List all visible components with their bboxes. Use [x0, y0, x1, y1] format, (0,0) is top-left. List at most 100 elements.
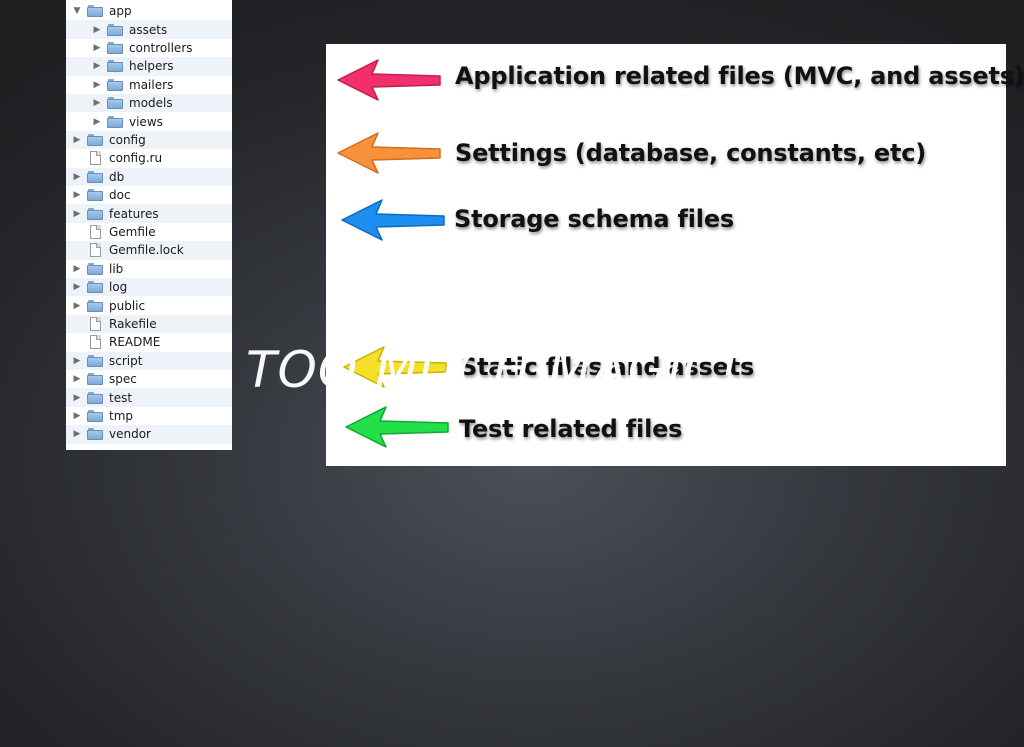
tree-row[interactable]: ▶ db: [66, 167, 232, 186]
disclosure-right-icon[interactable]: ▶: [72, 134, 82, 146]
disclosure-right-icon[interactable]: ▶: [92, 79, 102, 91]
disclosure-right-icon[interactable]: ▶: [72, 428, 82, 440]
tree-item-label: controllers: [129, 40, 193, 55]
tree-row[interactable]: ▶ helpers: [66, 57, 232, 76]
tree-item-label: script: [109, 353, 143, 368]
disclosure-right-icon[interactable]: ▶: [72, 355, 82, 367]
tree-item-label: test: [109, 390, 133, 405]
tree-item-label: README: [109, 335, 161, 350]
headline: TOO MUCH MAGIC!: [246, 341, 741, 399]
disclosure-right-icon[interactable]: ▶: [72, 263, 82, 275]
tree-item-label: assets: [129, 22, 168, 37]
tree-item-label: helpers: [129, 59, 174, 74]
arrow-left-icon: [345, 406, 449, 448]
disclosure-right-icon[interactable]: ▶: [92, 42, 102, 54]
tree-item-label: lib: [109, 261, 124, 276]
disclosure-right-icon[interactable]: ▶: [72, 392, 82, 404]
annotation-test: Test related files: [459, 415, 683, 443]
folder-icon: [87, 262, 103, 275]
disclosure-right-icon[interactable]: ▶: [92, 60, 102, 72]
tree-item-label: Gemfile.lock: [109, 243, 184, 258]
annotation-db: Storage schema files: [454, 205, 734, 233]
folder-icon: [107, 60, 123, 73]
folder-icon: [87, 207, 103, 220]
tree-item-label: views: [129, 114, 163, 129]
tree-row[interactable]: ▶ vendor: [66, 425, 232, 444]
tree-row[interactable]: ▶ mailers: [66, 76, 232, 94]
folder-icon: [87, 170, 103, 183]
annotation-config: Settings (database, constants, etc): [455, 139, 927, 167]
file-icon: [90, 335, 101, 350]
folder-icon: [87, 354, 103, 367]
annotation-panel: Application related files (MVC, and asse…: [326, 44, 1024, 466]
tree-row[interactable]: ▼ app: [66, 2, 232, 20]
folder-icon: [107, 23, 123, 36]
disclosure-right-icon[interactable]: ▶: [72, 171, 82, 183]
disclosure-right-icon[interactable]: ▶: [92, 97, 102, 109]
folder-icon: [87, 409, 103, 422]
tree-row[interactable]: config.ru: [66, 149, 232, 167]
file-icon: [90, 316, 101, 331]
folder-icon: [87, 299, 103, 312]
tree-row[interactable]: Rakefile: [66, 314, 232, 334]
tree-item-label: vendor: [109, 427, 151, 442]
disclosure-right-icon[interactable]: ▶: [72, 208, 82, 220]
folder-icon: [87, 373, 103, 386]
file-tree: ▼ app ▶ assets ▶ controllers ▶ helpers ▶ mailers ▶…: [66, 0, 232, 450]
tree-row[interactable]: ▶ public: [66, 296, 232, 314]
disclosure-down-icon[interactable]: ▼: [72, 5, 82, 17]
file-icon: [90, 151, 101, 166]
tree-item-label: spec: [109, 372, 137, 387]
file-icon: [90, 224, 101, 239]
folder-icon: [107, 78, 123, 91]
disclosure-right-icon[interactable]: ▶: [72, 300, 82, 312]
file-icon: [90, 243, 101, 258]
arrow-left-icon: [341, 199, 445, 241]
arrow-left-icon: [337, 132, 441, 174]
tree-item-label: app: [109, 4, 132, 19]
tree-item-label: tmp: [109, 408, 134, 423]
disclosure-right-icon[interactable]: ▶: [92, 24, 102, 36]
tree-item-label: Rakefile: [109, 316, 157, 331]
tree-item-label: public: [109, 298, 146, 313]
tree-item-label: models: [129, 96, 173, 111]
tree-row[interactable]: ▶ models: [66, 94, 232, 113]
tree-row[interactable]: ▶ features: [66, 204, 232, 223]
disclosure-right-icon[interactable]: ▶: [72, 189, 82, 201]
disclosure-right-icon[interactable]: ▶: [92, 116, 102, 128]
disclosure-right-icon[interactable]: ▶: [72, 281, 82, 293]
tree-row[interactable]: Gemfile.lock: [66, 241, 232, 260]
folder-icon: [107, 115, 123, 128]
tree-row[interactable]: ▶ log: [66, 278, 232, 297]
tree-row[interactable]: ▶ assets: [66, 20, 232, 39]
annotation-app: Application related files (MVC, and asse…: [455, 62, 1024, 90]
tree-row[interactable]: Gemfile: [66, 223, 232, 241]
tree-row[interactable]: ▶ doc: [66, 186, 232, 204]
tree-row[interactable]: ▶ lib: [66, 260, 232, 278]
tree-row[interactable]: ▶ spec: [66, 370, 232, 388]
tree-row[interactable]: README: [66, 333, 232, 351]
tree-row[interactable]: ▶ test: [66, 388, 232, 407]
tree-item-label: config.ru: [109, 151, 163, 166]
disclosure-right-icon[interactable]: ▶: [72, 373, 82, 385]
tree-item-label: db: [109, 169, 125, 184]
tree-item-label: config: [109, 132, 146, 147]
folder-icon: [107, 97, 123, 110]
tree-row[interactable]: ▶ views: [66, 112, 232, 130]
tree-row[interactable]: ▶ controllers: [66, 39, 232, 57]
tree-row[interactable]: ▶ tmp: [66, 407, 232, 425]
tree-item-label: Gemfile: [109, 224, 156, 239]
folder-icon: [107, 41, 123, 54]
tree-item-label: features: [109, 206, 159, 221]
tree-row[interactable]: ▶ config: [66, 130, 232, 150]
disclosure-right-icon[interactable]: ▶: [72, 410, 82, 422]
tree-item-label: mailers: [129, 77, 174, 92]
tree-item-label: log: [109, 280, 128, 295]
arrow-left-icon: [337, 59, 441, 101]
folder-icon: [87, 133, 103, 146]
tree-row[interactable]: ▶ script: [66, 351, 232, 370]
